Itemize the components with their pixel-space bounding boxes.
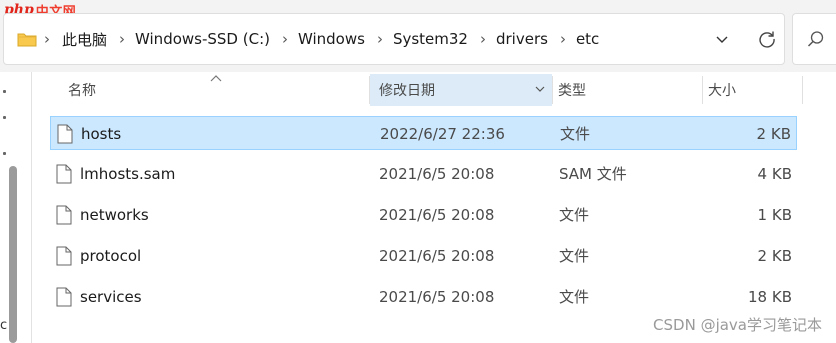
file-icon	[56, 205, 72, 225]
file-size: 1 KB	[757, 206, 792, 224]
file-row[interactable]: lmhosts.sam 2021/6/5 20:08 SAM 文件 4 KB	[50, 157, 797, 191]
file-date: 2021/6/5 20:08	[379, 206, 495, 224]
file-row[interactable]: networks 2021/6/5 20:08 文件 1 KB	[50, 198, 797, 232]
file-list: hosts 2022/6/27 22:36 文件 2 KB lmhosts.sa…	[32, 0, 836, 343]
nav-tick	[3, 90, 6, 93]
file-name: lmhosts.sam	[80, 165, 176, 183]
nav-tick	[3, 152, 6, 155]
file-row[interactable]: protocol 2021/6/5 20:08 文件 2 KB	[50, 239, 797, 273]
file-name: protocol	[80, 247, 142, 265]
file-name: hosts	[81, 125, 122, 143]
nav-tick	[3, 116, 6, 119]
file-row[interactable]: services 2021/6/5 20:08 文件 18 KB	[50, 280, 797, 314]
file-type: 文件	[560, 125, 591, 143]
file-type: 文件	[559, 206, 590, 224]
file-row[interactable]: hosts 2022/6/27 22:36 文件 2 KB	[50, 116, 797, 150]
file-type: 文件	[559, 247, 590, 265]
file-date: 2021/6/5 20:08	[379, 288, 495, 306]
navigation-scrollbar[interactable]	[9, 166, 17, 343]
file-size: 2 KB	[757, 247, 792, 265]
file-type: 文件	[559, 288, 590, 306]
file-icon	[56, 246, 72, 266]
file-date: 2021/6/5 20:08	[379, 247, 495, 265]
file-icon	[56, 287, 72, 307]
file-date: 2022/6/27 22:36	[380, 125, 505, 143]
file-date: 2021/6/5 20:08	[379, 165, 495, 183]
file-icon	[57, 124, 73, 144]
file-size: 18 KB	[748, 288, 792, 306]
file-name: networks	[80, 206, 149, 224]
left-edge-glyph: c	[0, 318, 8, 333]
file-type: SAM 文件	[559, 165, 627, 183]
watermark: CSDN @java学习笔记本	[653, 316, 822, 334]
file-name: services	[80, 288, 142, 306]
file-size: 4 KB	[757, 165, 792, 183]
file-size: 2 KB	[756, 125, 791, 143]
file-icon	[56, 164, 72, 184]
